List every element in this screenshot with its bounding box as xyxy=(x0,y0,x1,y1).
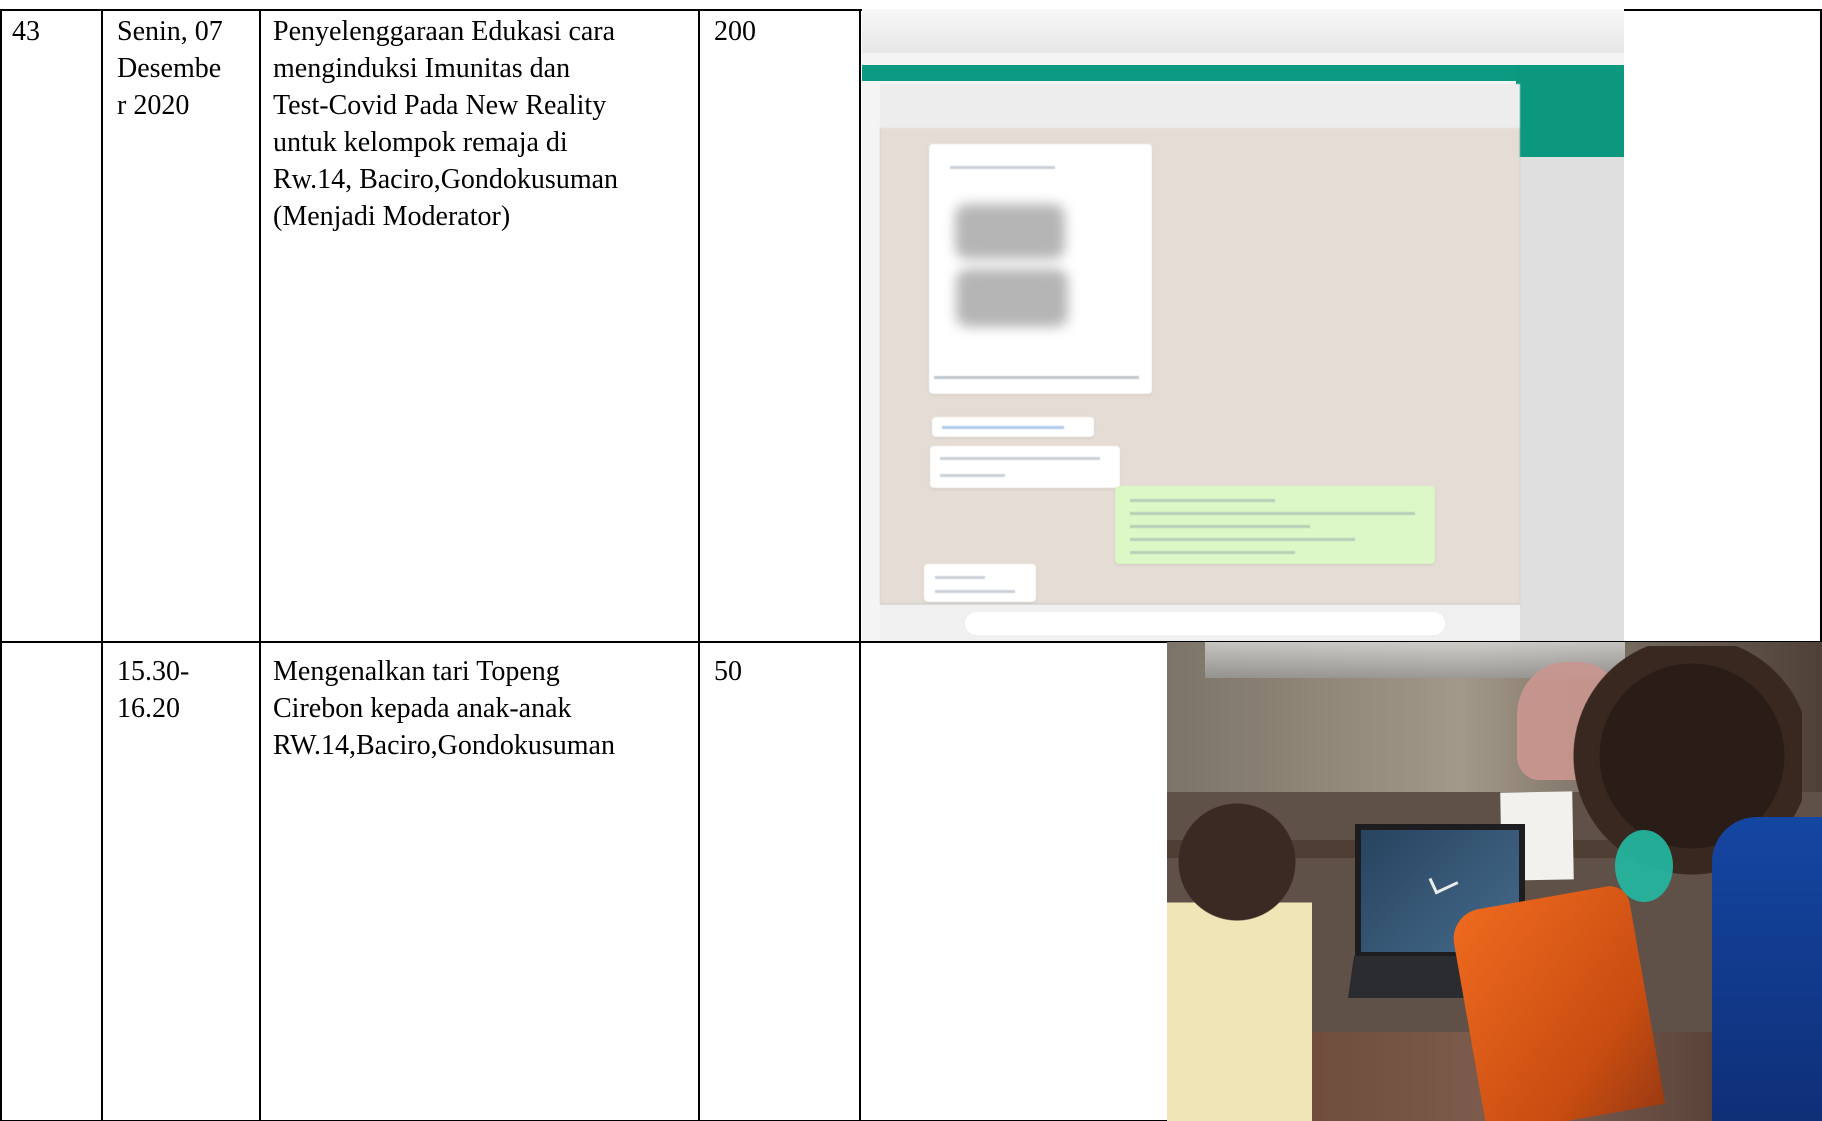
chat-app-side-panel xyxy=(1520,157,1624,641)
column-divider-number xyxy=(101,9,103,1121)
blurred-text-line xyxy=(1130,551,1295,554)
row-2-value: 50 xyxy=(714,656,742,687)
photo-blue-shirt xyxy=(1712,817,1822,1121)
blurred-link-line xyxy=(942,426,1064,429)
row-43-value: 200 xyxy=(714,16,756,47)
blurred-text-line xyxy=(1130,512,1415,515)
chat-app-teal-side xyxy=(1516,65,1624,157)
chat-message-input-image xyxy=(965,612,1445,635)
blurred-image-content xyxy=(956,269,1068,327)
chat-app-top-band xyxy=(862,65,1624,81)
row-43-activity: Penyelenggaraan Edukasi cara menginduksi… xyxy=(273,16,619,232)
document-page: 43 Senin, 07 Desembe r 2020 Penyelenggar… xyxy=(0,0,1822,1121)
photo-child-left xyxy=(1167,782,1312,1121)
row-43-date: Senin, 07 Desembe r 2020 xyxy=(117,16,223,121)
blurred-text-line xyxy=(935,576,985,579)
browser-bar xyxy=(862,9,1624,53)
row-43-number: 43 xyxy=(12,16,40,47)
blurred-text-line xyxy=(934,376,1139,379)
blurred-text-line xyxy=(940,474,1005,477)
chat-screenshot-image xyxy=(862,9,1624,641)
blurred-text-line xyxy=(1130,525,1310,528)
blurred-text-line xyxy=(935,590,1015,593)
blurred-image-content xyxy=(955,204,1065,259)
photo-child-orange-shirt xyxy=(1448,883,1666,1121)
chat-reply-message xyxy=(930,446,1120,488)
chat-header xyxy=(880,84,1520,128)
column-divider-value xyxy=(859,9,861,1121)
children-laptop-photo xyxy=(1167,642,1822,1121)
laptop-screen-mark xyxy=(1428,868,1459,895)
row-2-activity: Mengenalkan tari Topeng Cirebon kepada a… xyxy=(273,656,615,761)
row-2-time: 15.30- 16.20 xyxy=(117,656,190,724)
blurred-text-line xyxy=(1130,538,1355,541)
blurred-text-line xyxy=(1130,499,1275,502)
chat-small-message xyxy=(924,564,1036,602)
table-left-border xyxy=(0,9,2,1121)
column-divider-date xyxy=(259,9,261,1121)
blurred-text-line xyxy=(940,457,1100,460)
blurred-text-line xyxy=(950,166,1055,169)
photo-face-mask xyxy=(1615,830,1673,902)
chat-conversation-panel xyxy=(880,84,1520,604)
column-divider-activity xyxy=(698,9,700,1121)
chat-composer xyxy=(880,604,1520,641)
